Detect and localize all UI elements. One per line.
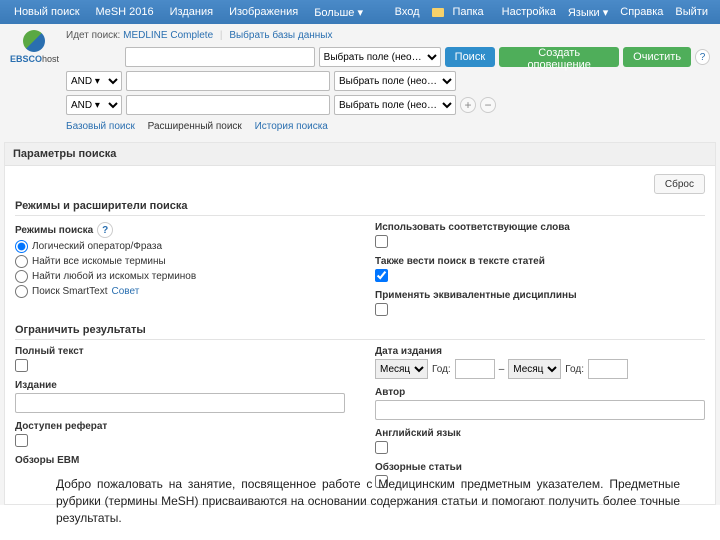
review-label: Обзорные статьи: [375, 462, 705, 473]
search-input-2[interactable]: [126, 71, 330, 91]
within-fulltext-check[interactable]: [375, 269, 388, 282]
mode-any[interactable]: [15, 270, 28, 283]
ebm-label: Обзоры EBM: [15, 455, 345, 466]
field-select-1[interactable]: Выбрать поле (нео… ▾: [319, 47, 441, 67]
publication-input[interactable]: [15, 393, 345, 413]
equiv-subjects-label: Применять эквивалентные дисциплины: [375, 290, 705, 301]
section-limits: Ограничить результаты: [15, 324, 705, 340]
subnav-basic[interactable]: Базовый поиск: [66, 121, 135, 132]
mode-smarttext[interactable]: [15, 285, 28, 298]
topbar-left: Новый поиск MeSH 2016 Издания Изображени…: [6, 6, 371, 19]
nav-images[interactable]: Изображения: [221, 6, 306, 19]
smarttext-hint[interactable]: Совет: [112, 286, 140, 297]
nav-languages[interactable]: Языки ▾: [562, 6, 614, 19]
related-words-label: Использовать соответствующие слова: [375, 222, 705, 233]
search-header: EBSCOhost Идет поиск: MEDLINE Complete |…: [0, 24, 720, 142]
fulltext-label: Полный текст: [15, 346, 345, 357]
logo-text: EBSCOhost: [10, 54, 58, 64]
nav-exit[interactable]: Выйти: [669, 6, 714, 18]
search-subnav: Базовый поиск Расширенный поиск История …: [66, 119, 710, 138]
search-options-panel: Параметры поиска Сброс Режимы и расширит…: [4, 142, 716, 505]
search-row-3: AND ▾ Выбрать поле (нео… ▾ + −: [66, 95, 710, 115]
year-from[interactable]: [455, 359, 495, 379]
mode-all[interactable]: [15, 255, 28, 268]
related-words-check[interactable]: [375, 235, 388, 248]
search-input-1[interactable]: [125, 47, 314, 67]
nav-help[interactable]: Справка: [614, 6, 669, 18]
search-row-1: Выбрать поле (нео… ▾ Поиск Создать опове…: [66, 47, 710, 67]
help-icon[interactable]: ?: [695, 49, 710, 65]
remove-row-button[interactable]: −: [480, 97, 496, 113]
equiv-subjects-check[interactable]: [375, 303, 388, 316]
nav-folder[interactable]: Папка: [426, 6, 496, 18]
db-name-link[interactable]: MEDLINE Complete: [123, 30, 213, 41]
date-range: Месяц Год: – Месяц Год:: [375, 359, 705, 379]
abstract-label: Доступен реферат: [15, 421, 345, 432]
logo: EBSCOhost: [10, 30, 58, 64]
choose-db-link[interactable]: Выбрать базы данных: [229, 30, 332, 41]
fulltext-check[interactable]: [15, 359, 28, 372]
search-row-2: AND ▾ Выбрать поле (нео… ▾: [66, 71, 710, 91]
logo-icon: [23, 30, 45, 52]
bool-select-3[interactable]: AND ▾: [66, 95, 122, 115]
author-label: Автор: [375, 387, 705, 398]
abstract-check[interactable]: [15, 434, 28, 447]
english-label: Английский язык: [375, 428, 705, 439]
field-select-3[interactable]: Выбрать поле (нео… ▾: [334, 95, 456, 115]
nav-signin[interactable]: Вход: [389, 6, 426, 18]
nav-mesh[interactable]: MeSH 2016: [88, 6, 162, 19]
search-input-3[interactable]: [126, 95, 330, 115]
subnav-advanced: Расширенный поиск: [148, 121, 242, 132]
mode-boolean[interactable]: [15, 240, 28, 253]
topbar-right: Вход Папка Настройка Языки ▾ Справка Вый…: [389, 6, 714, 19]
search-modes-label: Режимы поиска?: [15, 222, 345, 238]
month-from[interactable]: Месяц: [375, 359, 428, 379]
subnav-history[interactable]: История поиска: [255, 121, 328, 132]
english-check[interactable]: [375, 441, 388, 454]
month-to[interactable]: Месяц: [508, 359, 561, 379]
modes-help-icon[interactable]: ?: [97, 222, 113, 238]
nav-new-search[interactable]: Новый поиск: [6, 6, 88, 19]
create-alert-button[interactable]: Создать оповещение: [499, 47, 619, 67]
nav-publications[interactable]: Издания: [162, 6, 221, 19]
year-to[interactable]: [588, 359, 628, 379]
clear-button[interactable]: Очистить: [623, 47, 691, 67]
within-fulltext-label: Также вести поиск в тексте статей: [375, 256, 705, 267]
database-line: Идет поиск: MEDLINE Complete | Выбрать б…: [66, 30, 710, 41]
search-button[interactable]: Поиск: [445, 47, 495, 67]
folder-icon: [432, 8, 444, 17]
publication-label: Издание: [15, 380, 345, 391]
options-title: Параметры поиска: [5, 143, 715, 166]
slide-caption: Добро пожаловать на занятие, посвященное…: [56, 476, 680, 526]
field-select-2[interactable]: Выбрать поле (нео… ▾: [334, 71, 456, 91]
section-modes: Режимы и расширители поиска: [15, 200, 705, 216]
bool-select-2[interactable]: AND ▾: [66, 71, 122, 91]
pubdate-label: Дата издания: [375, 346, 705, 357]
top-navigation: Новый поиск MeSH 2016 Издания Изображени…: [0, 0, 720, 24]
add-row-button[interactable]: +: [460, 97, 476, 113]
author-input[interactable]: [375, 400, 705, 420]
reset-button[interactable]: Сброс: [654, 174, 705, 194]
nav-settings[interactable]: Настройка: [496, 6, 562, 18]
nav-more[interactable]: Больше ▾: [306, 6, 371, 19]
